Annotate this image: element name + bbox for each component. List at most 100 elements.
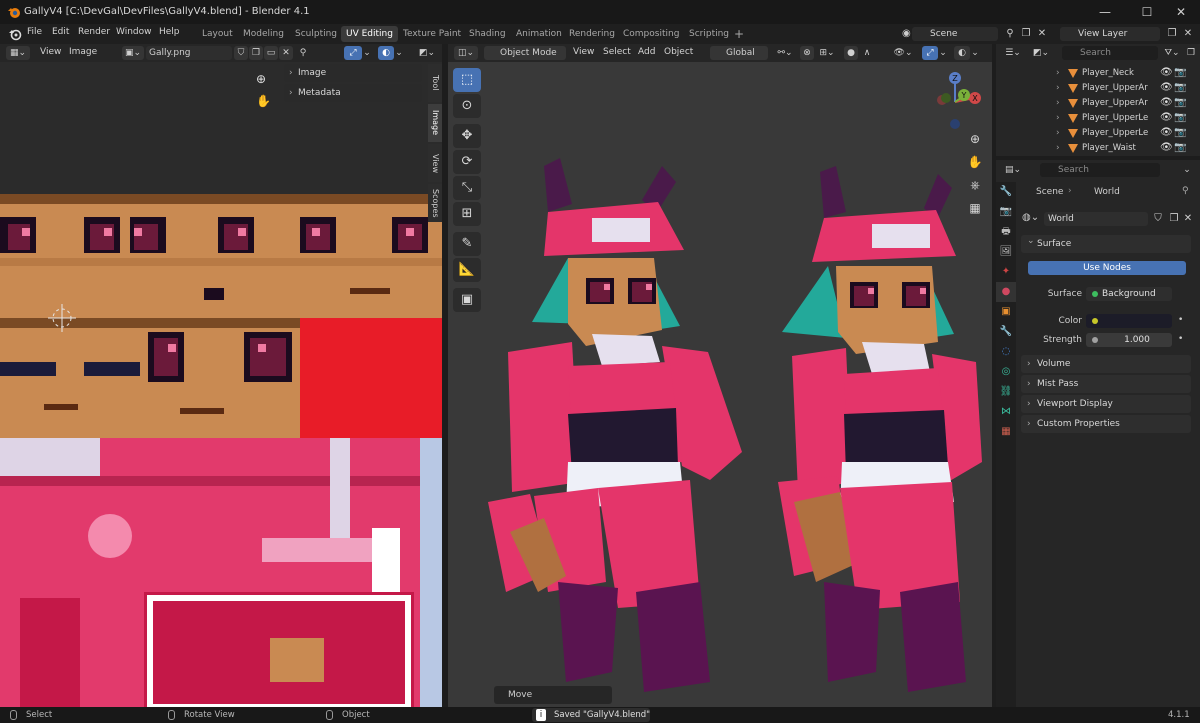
outliner-search[interactable]: Search — [1062, 46, 1158, 60]
menu-file[interactable]: File — [27, 27, 42, 37]
viewport-add-menu[interactable]: Add — [638, 47, 655, 57]
camera-icon[interactable]: 📷 — [1174, 82, 1186, 93]
select-box-tool-icon[interactable]: ⬚ — [453, 68, 481, 92]
cursor-tool-icon[interactable]: ⊙ — [453, 94, 481, 118]
use-nodes-button[interactable]: Use Nodes — [1028, 261, 1186, 275]
tab-sculpting[interactable]: Sculpting — [290, 26, 342, 42]
3d-viewport[interactable]: Z Y X ⊕ ✋ ⎈ ▦ ⬚ ⊙ ✥ ⟳ ⤡ ⊞ ✎ 📐 ▣ Move — [448, 62, 992, 707]
tab-rendering[interactable]: Rendering — [564, 26, 620, 42]
new-image-icon[interactable]: ❐ — [249, 46, 263, 60]
scene-selector[interactable]: Scene — [912, 27, 998, 41]
unlink-world-icon[interactable]: ✕ — [1182, 212, 1194, 226]
image-name-field[interactable]: Gally.png — [146, 46, 232, 60]
last-operator-panel[interactable]: Move — [494, 686, 612, 704]
maximize-button[interactable]: ☐ — [1128, 2, 1166, 22]
expand-arrow-icon[interactable]: › — [1056, 83, 1060, 93]
close-button[interactable]: ✕ — [1162, 2, 1200, 22]
sidebar-tab-image[interactable]: Image — [428, 104, 442, 142]
tab-texture-paint[interactable]: Texture Paint — [398, 26, 466, 42]
overlays-toggle-icon[interactable]: ◐ — [954, 46, 970, 60]
eye-icon[interactable]: 👁 — [1160, 67, 1173, 78]
options-dropdown-icon[interactable]: ⌄ — [1180, 163, 1194, 177]
properties-editor-type-icon[interactable]: ▤⌄ — [1002, 163, 1024, 177]
tab-layout[interactable]: Layout — [197, 26, 238, 42]
sidebar-tab-tool[interactable]: Tool — [428, 64, 442, 102]
outliner-row[interactable]: › Player_Waist 👁 📷 — [996, 141, 1200, 156]
navigation-gizmo[interactable]: Z Y X — [924, 68, 986, 130]
object-data-tab-icon[interactable]: ⋈ — [996, 402, 1016, 422]
tab-modeling[interactable]: Modeling — [238, 26, 289, 42]
output-tab-icon[interactable]: 🖶 — [996, 222, 1016, 242]
expand-arrow-icon[interactable]: › — [1056, 143, 1060, 153]
gizmo-dropdown-icon[interactable]: ⌄ — [938, 46, 948, 60]
gizmo-toggle-icon[interactable]: ⤢ — [922, 46, 938, 60]
menu-render[interactable]: Render — [78, 27, 110, 37]
outliner-row[interactable]: › Player_Neck 👁 📷 — [996, 66, 1200, 81]
outliner-row[interactable]: › Player_UpperLeg 👁 📷 — [996, 126, 1200, 141]
zoom-view-icon[interactable]: ⊕ — [964, 128, 986, 150]
render-tab-icon[interactable]: 📷 — [996, 202, 1016, 222]
camera-icon[interactable]: 📷 — [1174, 97, 1186, 108]
tab-compositing[interactable]: Compositing — [618, 26, 684, 42]
display-channels-icon[interactable]: ◩⌄ — [418, 46, 436, 60]
snap-target-icon[interactable]: ⊞⌄ — [816, 46, 838, 60]
browse-image-icon[interactable]: ▣⌄ — [122, 46, 144, 60]
keyframe-dot-icon[interactable]: • — [1178, 334, 1183, 344]
viewport-scene[interactable] — [448, 62, 992, 707]
overlays-dropdown-icon[interactable]: ⌄ — [970, 46, 980, 60]
viewport-editor-type-icon[interactable]: ◫⌄ — [454, 46, 478, 60]
panel-metadata[interactable]: Metadata — [284, 84, 422, 102]
viewport-view-menu[interactable]: View — [573, 47, 594, 57]
tab-uv-editing[interactable]: UV Editing — [341, 26, 398, 42]
blender-menu-icon[interactable] — [8, 27, 22, 41]
view-layer-tab-icon[interactable]: 🖼 — [996, 242, 1016, 262]
keyframe-dot-icon[interactable]: • — [1178, 315, 1183, 325]
camera-view-icon[interactable]: ⎈ — [964, 174, 986, 196]
panel-surface[interactable]: Surface — [1021, 232, 1191, 253]
image-editor-image-menu[interactable]: Image — [69, 47, 97, 57]
proportional-edit-icon[interactable]: ● — [844, 46, 858, 60]
color-swatch[interactable] — [1086, 314, 1172, 328]
unlink-image-icon[interactable]: ✕ — [279, 46, 293, 60]
pin-scene-icon[interactable]: ⚲ — [1002, 27, 1018, 41]
duplicate-view-layer-icon[interactable]: ❐ — [1164, 27, 1180, 41]
overlay-icon[interactable]: ◐ — [378, 46, 394, 60]
fake-user-icon[interactable]: ⛉ — [234, 46, 248, 60]
menu-window[interactable]: Window — [116, 27, 152, 37]
tool-tab-icon[interactable]: 🔧 — [996, 182, 1016, 202]
breadcrumb-scene[interactable]: Scene — [1036, 187, 1063, 197]
overlay-dropdown-icon[interactable]: ⌄ — [394, 46, 404, 60]
fake-user-icon[interactable]: ⛉ — [1150, 212, 1166, 226]
tab-scripting[interactable]: Scripting — [684, 26, 734, 42]
pan-view-icon[interactable]: ✋ — [964, 151, 986, 173]
expand-arrow-icon[interactable]: › — [1056, 98, 1060, 108]
camera-icon[interactable]: 📷 — [1174, 112, 1186, 123]
expand-arrow-icon[interactable]: › — [1056, 113, 1060, 123]
visibility-icon[interactable]: 👁⌄ — [892, 46, 914, 60]
pivot-icon[interactable]: ⚯⌄ — [774, 46, 796, 60]
object-tab-icon[interactable]: ▣ — [996, 302, 1016, 322]
panel-image[interactable]: Image — [284, 64, 422, 82]
remove-view-layer-icon[interactable]: ✕ — [1180, 27, 1196, 41]
panel-mist-pass[interactable]: Mist Pass — [1021, 375, 1191, 393]
view-layer-selector[interactable]: View Layer — [1060, 27, 1160, 41]
modifier-tab-icon[interactable]: 🔧 — [996, 322, 1016, 342]
texture-canvas[interactable] — [0, 62, 442, 707]
world-tab-icon[interactable]: ● — [996, 282, 1016, 302]
camera-icon[interactable]: 📷 — [1174, 67, 1186, 78]
measure-tool-icon[interactable]: 📐 — [453, 258, 481, 282]
properties-search[interactable]: Search — [1040, 163, 1160, 177]
minimize-button[interactable]: — — [1086, 2, 1124, 22]
sidebar-tab-scopes[interactable]: Scopes — [428, 184, 442, 222]
panel-custom-properties[interactable]: Custom Properties — [1021, 415, 1191, 433]
outliner-editor-type-icon[interactable]: ☰⌄ — [1002, 46, 1024, 60]
viewport-select-menu[interactable]: Select — [603, 47, 631, 57]
eye-icon[interactable]: 👁 — [1160, 82, 1173, 93]
perspective-toggle-icon[interactable]: ▦ — [964, 197, 986, 219]
sidebar-tab-view[interactable]: View — [428, 144, 442, 182]
pin-icon[interactable]: ⚲ — [296, 46, 310, 60]
eye-icon[interactable]: 👁 — [1160, 142, 1173, 153]
snap-icon[interactable]: ⊗ — [800, 46, 814, 60]
physics-tab-icon[interactable]: ◎ — [996, 362, 1016, 382]
scale-tool-icon[interactable]: ⤡ — [453, 176, 481, 200]
